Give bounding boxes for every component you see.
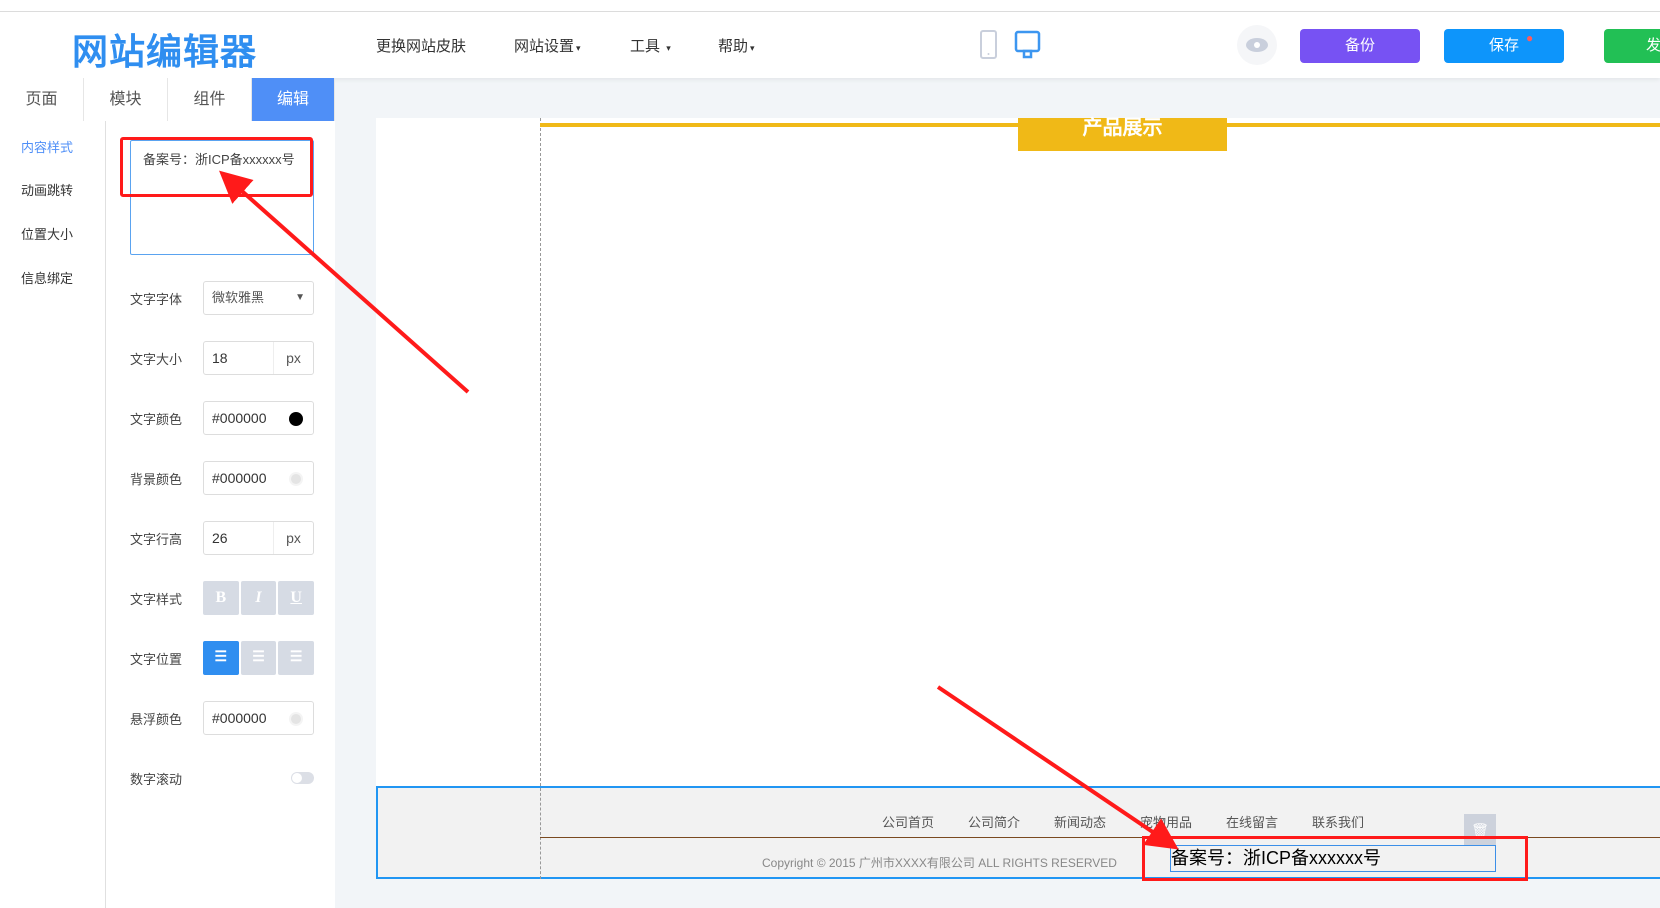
- arrow-icon: [219, 170, 470, 394]
- arrow-icon: [936, 685, 1179, 850]
- annotation-arrows: [219, 170, 1179, 850]
